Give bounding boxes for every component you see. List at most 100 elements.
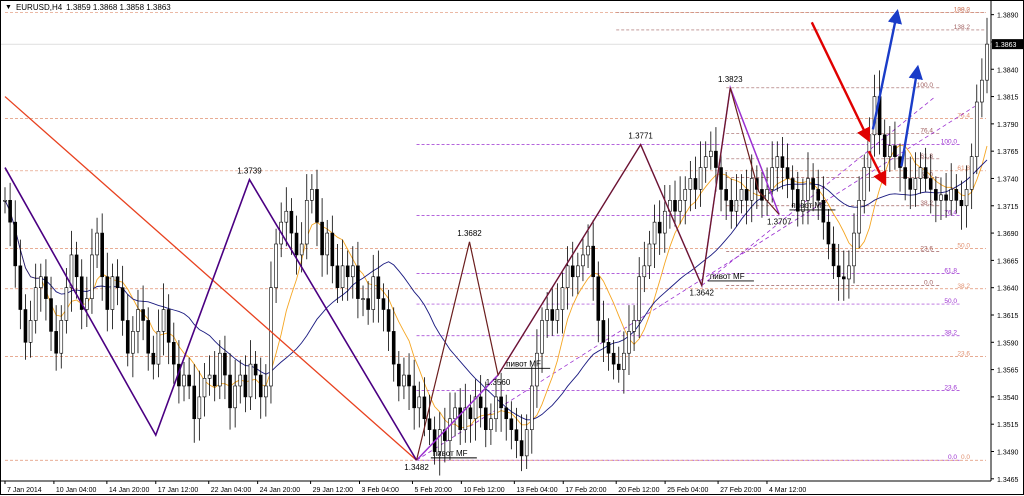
candle-body — [652, 221, 657, 245]
candle-body — [811, 178, 815, 190]
candle-body — [110, 276, 115, 310]
candle-body — [744, 189, 749, 201]
candle-body — [913, 178, 918, 190]
candle-body — [197, 396, 202, 420]
candle-body — [366, 298, 370, 310]
candle-body — [770, 167, 774, 190]
candle-body — [954, 189, 959, 201]
candle-body — [959, 200, 964, 207]
candle-body — [504, 407, 509, 420]
candle-body — [785, 167, 790, 179]
candle-body — [371, 276, 376, 310]
candle-body — [376, 276, 381, 299]
swing-label: 1.3739 — [237, 167, 262, 176]
candle-body — [253, 363, 258, 376]
candle-body — [151, 352, 156, 365]
candle-body — [8, 200, 12, 223]
candle-body — [565, 265, 570, 288]
last-price-label: 1.3863 — [995, 42, 1017, 49]
candle-body — [632, 320, 636, 332]
fib-level-label: 138.2 — [954, 24, 971, 31]
blue-forecast-arrow — [871, 9, 902, 130]
swing-label: 1.3482 — [404, 463, 429, 472]
candle-body — [85, 298, 89, 310]
candle-body — [489, 418, 493, 430]
candle-body — [310, 189, 314, 201]
fib-level-label: 61.8 — [944, 267, 957, 274]
candle-body — [847, 265, 851, 280]
price-tick-label: 1.3465 — [997, 477, 1019, 484]
time-tick-label: 25 Feb 04:00 — [667, 487, 708, 494]
time-tick-label: 17 Jan 12:00 — [158, 487, 199, 494]
candle-body — [939, 194, 943, 201]
candle-body — [570, 265, 575, 278]
candle-body — [964, 189, 969, 207]
candle-body — [243, 374, 248, 398]
time-tick-label: 17 Feb 20:00 — [565, 487, 606, 494]
fibonacci-levels: 138.2138.2100.0100.076.476.4100.061.861.… — [5, 6, 986, 461]
candle-body — [714, 150, 718, 168]
candle-body — [182, 374, 186, 387]
candle-body — [228, 374, 232, 409]
chart-window[interactable]: ▼ EURUSD,H4 1.3859 1.3868 1.3858 1.3863 … — [0, 0, 1024, 495]
candle-body — [136, 309, 140, 332]
candle-body — [882, 134, 887, 157]
swing-label: 1.3560 — [486, 378, 511, 387]
candle-body — [806, 178, 810, 201]
price-tick-label: 1.3690 — [997, 231, 1019, 238]
price-tick-label: 1.3740 — [997, 176, 1019, 183]
candle-body — [264, 385, 268, 398]
fib-level-label: 100.0 — [954, 6, 971, 13]
candle-body — [934, 189, 938, 201]
candle-body — [95, 232, 99, 256]
candle-body — [841, 276, 846, 280]
candle-body — [780, 156, 785, 168]
candle-body — [18, 265, 23, 310]
candle-body — [514, 429, 519, 441]
price-tick-label: 1.3515 — [997, 422, 1019, 429]
time-tick-label: 13 Feb 04:00 — [516, 487, 557, 494]
candle-body — [831, 243, 836, 267]
fib-level-label: 100.0 — [917, 82, 934, 89]
price-tick-label: 1.3640 — [997, 286, 1019, 293]
price-tick-label: 1.3840 — [997, 67, 1019, 74]
fib-level-label: 0.0 — [961, 454, 970, 461]
candle-body — [530, 385, 534, 430]
candle-body — [100, 232, 104, 278]
candle-body — [586, 245, 590, 256]
candle-body — [857, 200, 861, 234]
candle-body — [519, 440, 524, 457]
candle-body — [985, 43, 989, 81]
candle-body — [683, 189, 688, 201]
candle-body — [13, 221, 18, 267]
candle-body — [166, 309, 171, 343]
time-tick-label: 27 Feb 20:00 — [720, 487, 761, 494]
candle-body — [412, 385, 416, 409]
candle-body — [499, 396, 503, 409]
price-tick-label: 1.3815 — [997, 95, 1019, 102]
candle-body — [274, 243, 278, 288]
candle-body — [115, 276, 120, 288]
swing-label: 1.3707 — [767, 218, 792, 227]
candle-body — [381, 298, 386, 310]
price-tick-label: 1.3715 — [997, 204, 1019, 211]
candle-body — [345, 265, 350, 278]
candle-body — [974, 101, 979, 157]
candle-body — [662, 210, 667, 234]
candle-body — [192, 385, 197, 420]
candle-body — [325, 232, 330, 256]
fib-level-label: 38.2 — [920, 200, 933, 207]
candle-body — [90, 254, 94, 299]
price-tick-label: 1.3615 — [997, 313, 1019, 320]
candle-body — [448, 418, 452, 441]
price-chart[interactable]: 138.2138.2100.0100.076.476.4100.061.861.… — [1, 1, 1024, 496]
time-tick-label: 7 Jan 2014 — [7, 487, 42, 494]
candle-body — [555, 309, 560, 321]
candle-body — [74, 254, 79, 278]
candle-body — [39, 276, 43, 288]
pattern-lines — [4, 84, 780, 461]
candle-body — [606, 341, 611, 354]
candle-body — [749, 178, 754, 201]
fib-level-label: 50.0 — [944, 298, 957, 305]
red-forecast-arrow — [867, 150, 887, 187]
